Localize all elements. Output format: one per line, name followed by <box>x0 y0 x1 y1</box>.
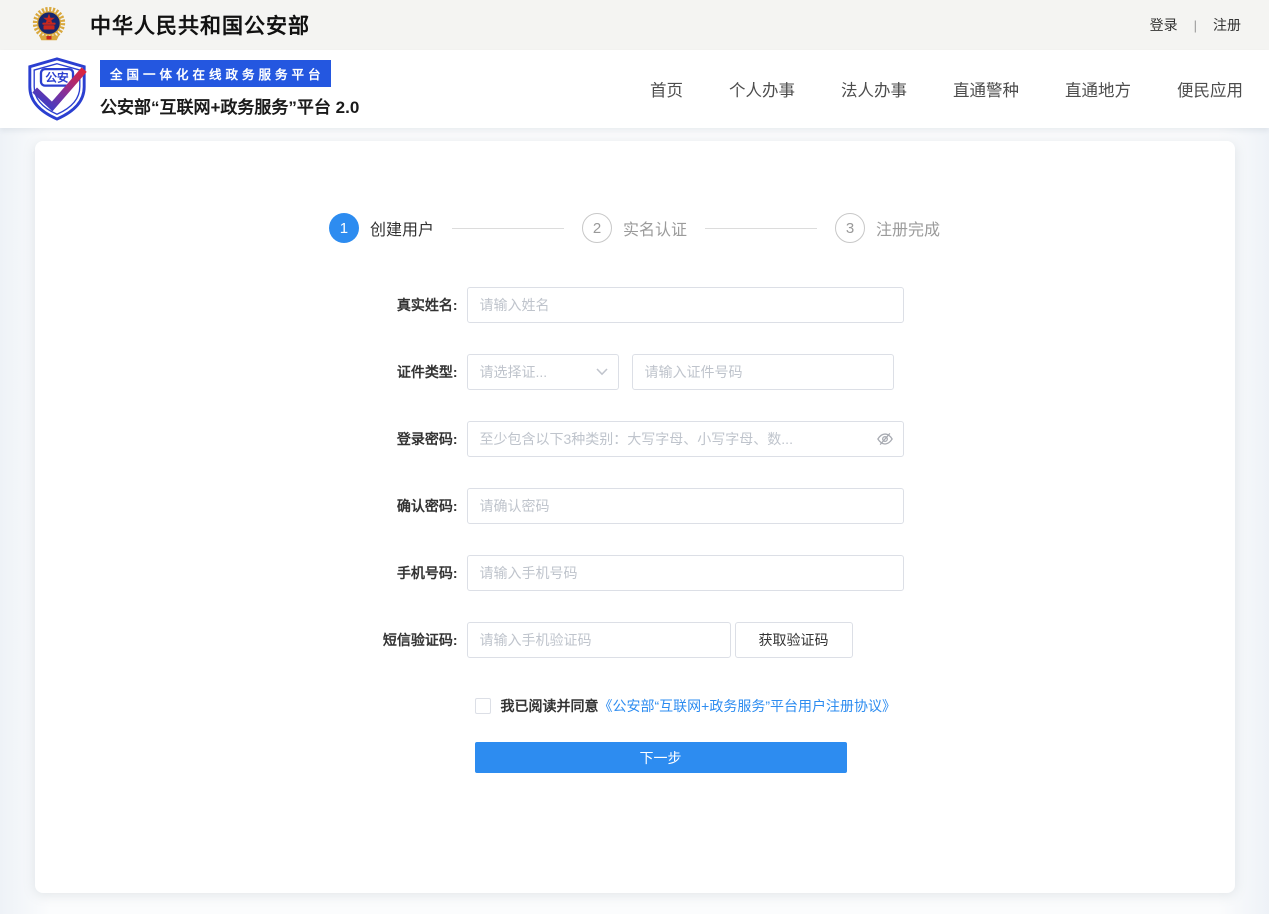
next-step-button[interactable]: 下一步 <box>475 742 847 773</box>
phone-label: 手机号码: <box>35 563 467 583</box>
step-register-complete: 3 注册完成 <box>835 213 940 243</box>
agreement-checkbox[interactable] <box>475 698 491 714</box>
cert-number-input[interactable] <box>632 354 894 390</box>
confirm-password-label: 确认密码: <box>35 496 467 516</box>
password-label: 登录密码: <box>35 429 467 449</box>
sms-code-input[interactable] <box>467 622 731 658</box>
cert-type-select-placeholder: 请选择证... <box>480 362 548 382</box>
nav-item-legal-person[interactable]: 法人办事 <box>841 77 907 101</box>
nav-item-police-services[interactable]: 直通警种 <box>953 77 1019 101</box>
agreement-row: 我已阅读并同意《公安部“互联网+政务服务”平台用户注册协议》 <box>475 695 1235 718</box>
platform-shield-logo-icon: 公安 <box>24 56 90 122</box>
form-row-real-name: 真实姓名: <box>35 287 1235 323</box>
chevron-down-icon <box>596 368 608 376</box>
password-input[interactable] <box>467 421 904 457</box>
step-1-label: 创建用户 <box>370 216 434 240</box>
user-agreement-link[interactable]: 《公安部“互联网+政务服务”平台用户注册协议》 <box>599 698 897 714</box>
get-sms-code-button[interactable]: 获取验证码 <box>735 622 853 658</box>
nav-item-local[interactable]: 直通地方 <box>1065 77 1131 101</box>
sms-code-label: 短信验证码: <box>35 630 467 650</box>
step-connector <box>705 228 817 229</box>
cert-type-select[interactable]: 请选择证... <box>467 354 619 390</box>
agreement-prefix: 我已阅读并同意 <box>501 698 599 714</box>
form-row-confirm-password: 确认密码: <box>35 488 1235 524</box>
form-row-phone: 手机号码: <box>35 555 1235 591</box>
step-2-label: 实名认证 <box>623 216 687 240</box>
real-name-input[interactable] <box>467 287 904 323</box>
nav-item-convenience-apps[interactable]: 便民应用 <box>1177 77 1243 101</box>
registration-card: 1 创建用户 2 实名认证 3 注册完成 真实姓名: <box>35 141 1235 893</box>
step-create-user: 1 创建用户 <box>329 213 434 243</box>
form-row-cert-type: 证件类型: 请选择证... <box>35 354 1235 390</box>
phone-input[interactable] <box>467 555 904 591</box>
step-3-circle: 3 <box>835 213 865 243</box>
create-user-form: 真实姓名: 证件类型: 请选择证... 登 <box>35 287 1235 773</box>
cert-type-label: 证件类型: <box>35 362 467 382</box>
registration-stepper: 1 创建用户 2 实名认证 3 注册完成 <box>35 141 1235 243</box>
site-name: 中华人民共和国公安部 <box>90 10 310 40</box>
step-connector <box>452 228 564 229</box>
step-real-name-verify: 2 实名认证 <box>582 213 687 243</box>
eye-invisible-icon[interactable] <box>876 430 894 448</box>
national-platform-badge: 全国一体化在线政务服务平台 <box>100 60 331 87</box>
page-background: 1 创建用户 2 实名认证 3 注册完成 真实姓名: <box>0 128 1269 914</box>
form-row-sms-code: 短信验证码: 获取验证码 <box>35 622 1235 658</box>
police-emblem-icon <box>30 6 68 44</box>
platform-header: 公安 全国一体化在线政务服务平台 公安部“互联网+政务服务”平台 2.0 首页 … <box>0 50 1269 128</box>
nav-item-home[interactable]: 首页 <box>650 77 683 101</box>
real-name-label: 真实姓名: <box>35 295 467 315</box>
top-government-bar: 中华人民共和国公安部 登录 | 注册 <box>0 0 1269 50</box>
auth-divider: | <box>1194 18 1197 33</box>
platform-title: 公安部“互联网+政务服务”平台 2.0 <box>100 93 359 118</box>
step-3-label: 注册完成 <box>876 216 940 240</box>
svg-text:公安: 公安 <box>45 71 69 85</box>
register-link[interactable]: 注册 <box>1213 15 1241 35</box>
confirm-password-input[interactable] <box>467 488 904 524</box>
form-row-password: 登录密码: <box>35 421 1235 457</box>
main-nav: 首页 个人办事 法人办事 直通警种 直通地方 便民应用 <box>650 77 1243 101</box>
step-1-circle: 1 <box>329 213 359 243</box>
agreement-text: 我已阅读并同意《公安部“互联网+政务服务”平台用户注册协议》 <box>501 695 903 718</box>
step-2-circle: 2 <box>582 213 612 243</box>
login-link[interactable]: 登录 <box>1150 15 1178 35</box>
nav-item-personal[interactable]: 个人办事 <box>729 77 795 101</box>
